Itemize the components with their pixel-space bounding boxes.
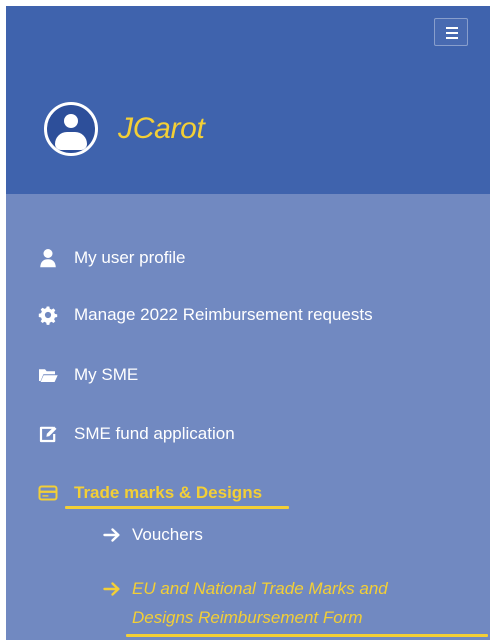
subitem-label-line-1: EU and National Trade Marks and [132,579,388,598]
sidebar-item-label: SME fund application [74,424,235,443]
arrow-right-icon [102,525,122,545]
sidebar-header: JCarot [6,6,490,194]
sidebar-item-label: My user profile [74,248,186,267]
avatar-head [64,114,78,128]
avatar-body [55,132,87,150]
hamburger-line-top [446,27,458,29]
edit-icon [38,424,58,444]
active-subitem-underline [126,634,488,637]
gear-icon [38,305,58,325]
hamburger-line-middle [446,32,458,34]
sidebar-item-label: Trade marks & Designs [74,483,263,502]
sidebar-item-my-sme[interactable]: My SME [38,360,138,390]
subitem-eu-and-national-trade-marks-and-designs-reimbursement-form[interactable]: EU and National Trade Marks and Designs … [102,578,388,629]
subitem-label: Vouchers [132,525,203,544]
sidebar-item-sme-fund-application[interactable]: SME fund application [38,419,235,449]
subitem-label-line-2: Designs Reimbursement Form [132,608,363,627]
hamburger-line-bottom [446,37,458,39]
navigation-sidebar: JCarot My user profile Manage 2022 Reimb… [6,6,490,640]
subitem-label-group: EU and National Trade Marks and Designs … [132,578,388,629]
sidebar-item-my-user-profile[interactable]: My user profile [38,243,185,273]
username-label: JCarot [118,112,205,145]
sidebar-item-label: Manage 2022 Reimbursement requests [74,305,373,324]
folder-open-icon [38,365,58,385]
hamburger-menu-button[interactable] [434,18,468,46]
subitem-vouchers[interactable]: Vouchers [102,524,203,546]
credit-card-icon [38,483,58,503]
active-item-underline [65,506,289,509]
sidebar-item-manage-2022-reimbursement-requests[interactable]: Manage 2022 Reimbursement requests [38,300,373,330]
application-frame: JCarot My user profile Manage 2022 Reimb… [0,0,496,640]
arrow-right-icon [102,579,122,599]
sidebar-item-label: My SME [74,365,139,384]
user-icon [38,248,58,268]
user-avatar-icon [44,102,98,156]
sidebar-item-trade-marks-designs[interactable]: Trade marks & Designs [38,478,262,508]
